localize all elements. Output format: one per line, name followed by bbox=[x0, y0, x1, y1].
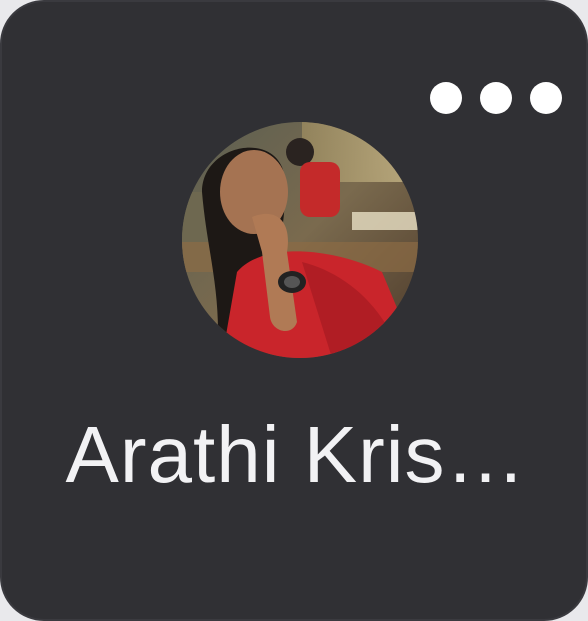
more-options-button[interactable] bbox=[422, 74, 570, 122]
contact-tile[interactable]: Arathi Kris… bbox=[0, 0, 588, 621]
more-horizontal-icon bbox=[430, 82, 462, 114]
more-horizontal-icon-dot-3 bbox=[530, 82, 562, 114]
avatar[interactable] bbox=[182, 122, 418, 358]
contact-name: Arathi Kris… bbox=[65, 410, 527, 499]
avatar-photo bbox=[182, 122, 418, 358]
more-horizontal-icon-dot-2 bbox=[480, 82, 512, 114]
